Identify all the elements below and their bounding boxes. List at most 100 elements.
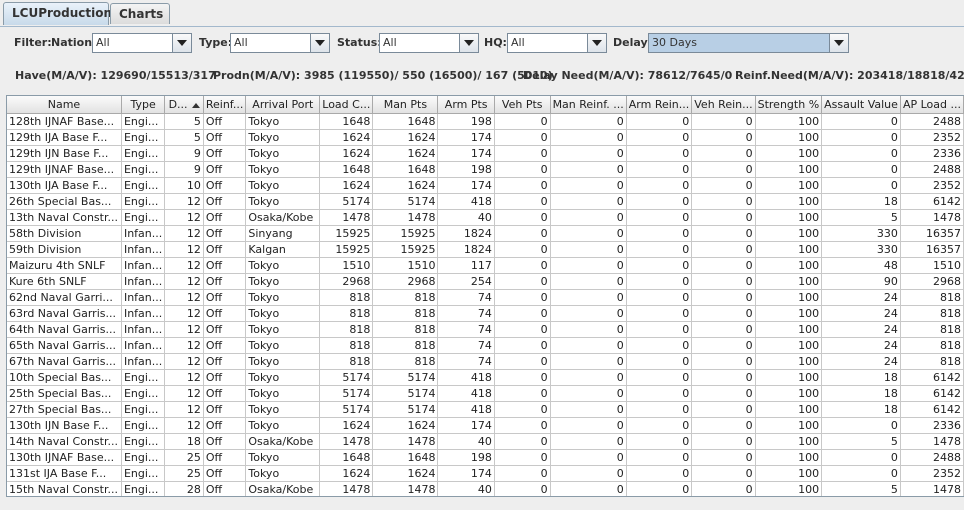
column-header[interactable]: Name [7,96,122,114]
table-cell: 26th Special Bas... [7,193,122,210]
table-cell: Tokyo [245,385,321,402]
table-cell: 24 [821,321,901,338]
table-row[interactable]: 130th IJN Base F... Engi... 12 Off Tokyo 1624… [7,417,964,434]
table-cell: 0 [626,177,693,194]
column-header[interactable]: Man Pts [372,96,439,114]
table-cell: 0 [494,113,551,130]
table-cell: 0 [821,177,901,194]
table-cell: 818 [900,305,964,322]
table-cell: 0 [626,449,693,466]
column-header[interactable]: Arrival Port [245,96,321,114]
table-cell: Engi... [121,385,166,402]
table-cell: 1624 [319,129,374,146]
table-cell: 0 [821,465,901,482]
column-header[interactable]: Arm Rein... [626,96,693,114]
table-row[interactable]: 10th Special Bas... Engi... 12 Off Tokyo 5174… [7,369,964,386]
column-header-label: Type [130,98,156,111]
tab-charts[interactable]: Charts [110,3,170,24]
lcu-table[interactable]: Name Type D... Reinf... Arrival Port Load C..… [6,95,964,497]
table-cell: 254 [437,273,495,290]
table-cell: 5174 [319,369,374,386]
table-cell: 100 [755,145,823,162]
column-header-label: Arrival Port [252,98,314,111]
table-cell: 9 [164,161,204,178]
column-header[interactable]: Veh Pts [494,96,551,114]
table-cell: 1624 [319,177,374,194]
table-row[interactable]: 13th Naval Constr... Engi... 12 Off Osaka/Ko… [7,209,964,226]
table-row[interactable]: 65th Naval Garris... Infan... 12 Off Tokyo 81… [7,337,964,354]
table-cell: 1624 [372,177,439,194]
table-row[interactable]: 26th Special Bas... Engi... 12 Off Tokyo 5174… [7,193,964,210]
table-cell: 818 [900,337,964,354]
table-cell: 0 [691,241,756,258]
type-select[interactable]: All [230,33,330,53]
table-cell: Engi... [121,145,166,162]
table-cell: Off [203,257,247,274]
table-cell: 1478 [900,481,964,496]
column-header-label: Name [47,98,81,111]
table-cell: 5174 [372,385,439,402]
hq-select[interactable]: All [507,33,607,53]
table-row[interactable]: 67th Naval Garris... Infan... 12 Off Tokyo 81… [7,353,964,370]
table-row[interactable]: 58th Division Infan... 12 Off Sinyang 15925 15… [7,225,964,242]
table-row[interactable]: 27th Special Bas... Engi... 12 Off Tokyo 5174… [7,401,964,418]
table-cell: 0 [626,129,693,146]
chevron-down-icon[interactable] [172,34,191,52]
chevron-down-icon[interactable] [459,34,478,52]
table-cell: 5174 [372,401,439,418]
column-header[interactable]: Type [121,96,166,114]
column-header[interactable]: D... [164,96,204,114]
column-header[interactable]: Man Reinf. ... [550,96,627,114]
table-cell: 818 [319,289,374,306]
column-header[interactable]: AP Load ... [900,96,964,114]
chevron-down-icon[interactable] [310,34,329,52]
table-cell: 1478 [900,433,964,450]
table-cell: 0 [691,449,756,466]
column-header[interactable]: Veh Rein... [691,96,756,114]
table-row[interactable]: 129th IJN Base F... Engi... 9 Off Tokyo 1624 1… [7,145,964,162]
table-row[interactable]: 129th IJA Base F... Engi... 5 Off Tokyo 1624 1… [7,129,964,146]
table-row[interactable]: 59th Division Infan... 12 Off Kalgan 15925 159… [7,241,964,258]
table-row[interactable]: 130th IJNAF Base... Engi... 25 Off Tokyo 1648… [7,449,964,466]
column-header[interactable]: Load C... [319,96,374,114]
table-cell: Off [203,273,247,290]
table-cell: 818 [372,305,439,322]
table-cell: Engi... [121,129,166,146]
table-cell: 12 [164,369,204,386]
table-row[interactable]: 131st IJA Base F... Engi... 25 Off Tokyo 1624… [7,465,964,482]
table-cell: 128th IJNAF Base... [7,113,122,130]
table-row[interactable]: 64th Naval Garris... Infan... 12 Off Tokyo 81… [7,321,964,338]
table-row[interactable]: 14th Naval Constr... Engi... 18 Off Osaka/Ko… [7,433,964,450]
status-select[interactable]: All [379,33,479,53]
table-row[interactable]: 63rd Naval Garris... Infan... 12 Off Tokyo 81… [7,305,964,322]
chevron-down-icon[interactable] [587,34,606,52]
column-header[interactable]: Assault Value [821,96,901,114]
table-row[interactable]: 62nd Naval Garri... Infan... 12 Off Tokyo 818… [7,289,964,306]
table-row[interactable]: 129th IJNAF Base... Engi... 9 Off Tokyo 1648 1… [7,161,964,178]
table-cell: Engi... [121,369,166,386]
tab-lcuproduction[interactable]: LCUProduction [3,2,112,25]
column-header[interactable]: Reinf... [203,96,247,114]
table-row[interactable]: Kure 6th SNLF Infan... 12 Off Tokyo 2968 2968 2… [7,273,964,290]
column-header[interactable]: Strength % [755,96,823,114]
table-cell: 100 [755,401,823,418]
column-header[interactable]: Arm Pts [437,96,495,114]
table-cell: 0 [494,433,551,450]
status-label: Status: [337,36,382,49]
nation-select[interactable]: All [92,33,192,53]
table-row[interactable]: 130th IJA Base F... Engi... 10 Off Tokyo 1624… [7,177,964,194]
table-cell: 0 [691,353,756,370]
table-row[interactable]: 15th Naval Constr... Engi... 28 Off Osaka/Ko… [7,481,964,496]
table-cell: 25th Special Bas... [7,385,122,402]
table-row[interactable]: 25th Special Bas... Engi... 12 Off Tokyo 5174… [7,385,964,402]
table-row[interactable]: 128th IJNAF Base... Engi... 5 Off Tokyo 1648 1… [7,113,964,130]
table-row[interactable]: Maizuru 4th SNLF Infan... 12 Off Tokyo 1510 15… [7,257,964,274]
table-cell: 130th IJNAF Base... [7,449,122,466]
table-cell: 0 [494,273,551,290]
table-cell: 0 [691,481,756,496]
delay-select[interactable]: 30 Days [648,33,849,53]
table-cell: 418 [437,193,495,210]
table-cell: 100 [755,433,823,450]
chevron-down-icon[interactable] [829,34,848,52]
table-cell: 174 [437,145,495,162]
